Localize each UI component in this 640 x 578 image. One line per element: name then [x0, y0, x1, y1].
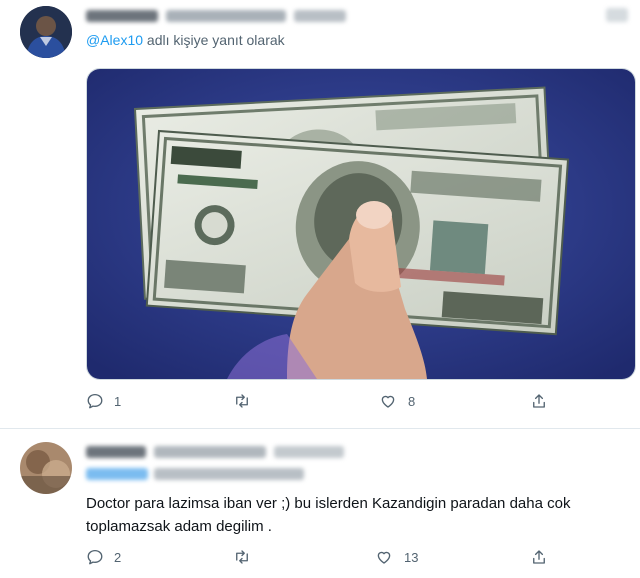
like-icon — [377, 551, 391, 564]
reply-icon — [87, 549, 103, 565]
share-button[interactable] — [530, 392, 558, 410]
reply-count: 1 — [114, 393, 122, 409]
blurred-timestamp — [274, 446, 344, 458]
tweet-1: @Alex10 adlı kişiye yanıt olarak 1 8 — [0, 0, 640, 429]
tweet-divider — [0, 428, 640, 429]
like-icon — [381, 395, 395, 408]
reply-count: 2 — [114, 549, 122, 565]
share-button[interactable] — [530, 548, 558, 566]
more-options-icon[interactable] — [606, 8, 628, 22]
avatar[interactable] — [20, 6, 72, 58]
blurred-reply-label — [154, 468, 304, 480]
blurred-username[interactable] — [154, 446, 266, 458]
reply-button[interactable]: 2 — [86, 548, 121, 566]
retweet-button[interactable] — [232, 548, 262, 566]
hundred-dollar-bills-in-hand-photo — [87, 69, 635, 379]
like-count: 8 — [408, 393, 416, 409]
like-count: 13 — [404, 549, 419, 565]
retweet-icon — [236, 394, 248, 408]
mention-link[interactable]: @Alex10 — [86, 32, 143, 48]
blurred-username[interactable] — [166, 10, 286, 22]
reply-button[interactable]: 1 — [86, 392, 121, 410]
share-icon — [533, 550, 545, 564]
avatar[interactable] — [20, 442, 72, 494]
tweet-actions: 2 13 — [0, 548, 640, 574]
like-button[interactable]: 13 — [374, 548, 418, 566]
like-button[interactable]: 8 — [378, 392, 415, 410]
blurred-display-name[interactable] — [86, 446, 146, 458]
share-icon — [533, 394, 545, 408]
retweet-button[interactable] — [232, 392, 262, 410]
reply-icon — [87, 393, 103, 409]
tweet-text: Doctor para lazimsa iban ver ;) bu isler… — [86, 495, 571, 535]
retweet-icon — [236, 550, 248, 564]
tweet-actions: 1 8 — [0, 392, 640, 418]
replying-to-label: adlı kişiye yanıt olarak — [143, 32, 285, 48]
blurred-reply-mention[interactable] — [86, 468, 148, 480]
blurred-timestamp — [294, 10, 346, 22]
tweet-photo[interactable] — [86, 68, 636, 380]
blurred-display-name[interactable] — [86, 10, 158, 22]
replying-to: @Alex10 adlı kişiye yanıt olarak — [86, 32, 285, 48]
